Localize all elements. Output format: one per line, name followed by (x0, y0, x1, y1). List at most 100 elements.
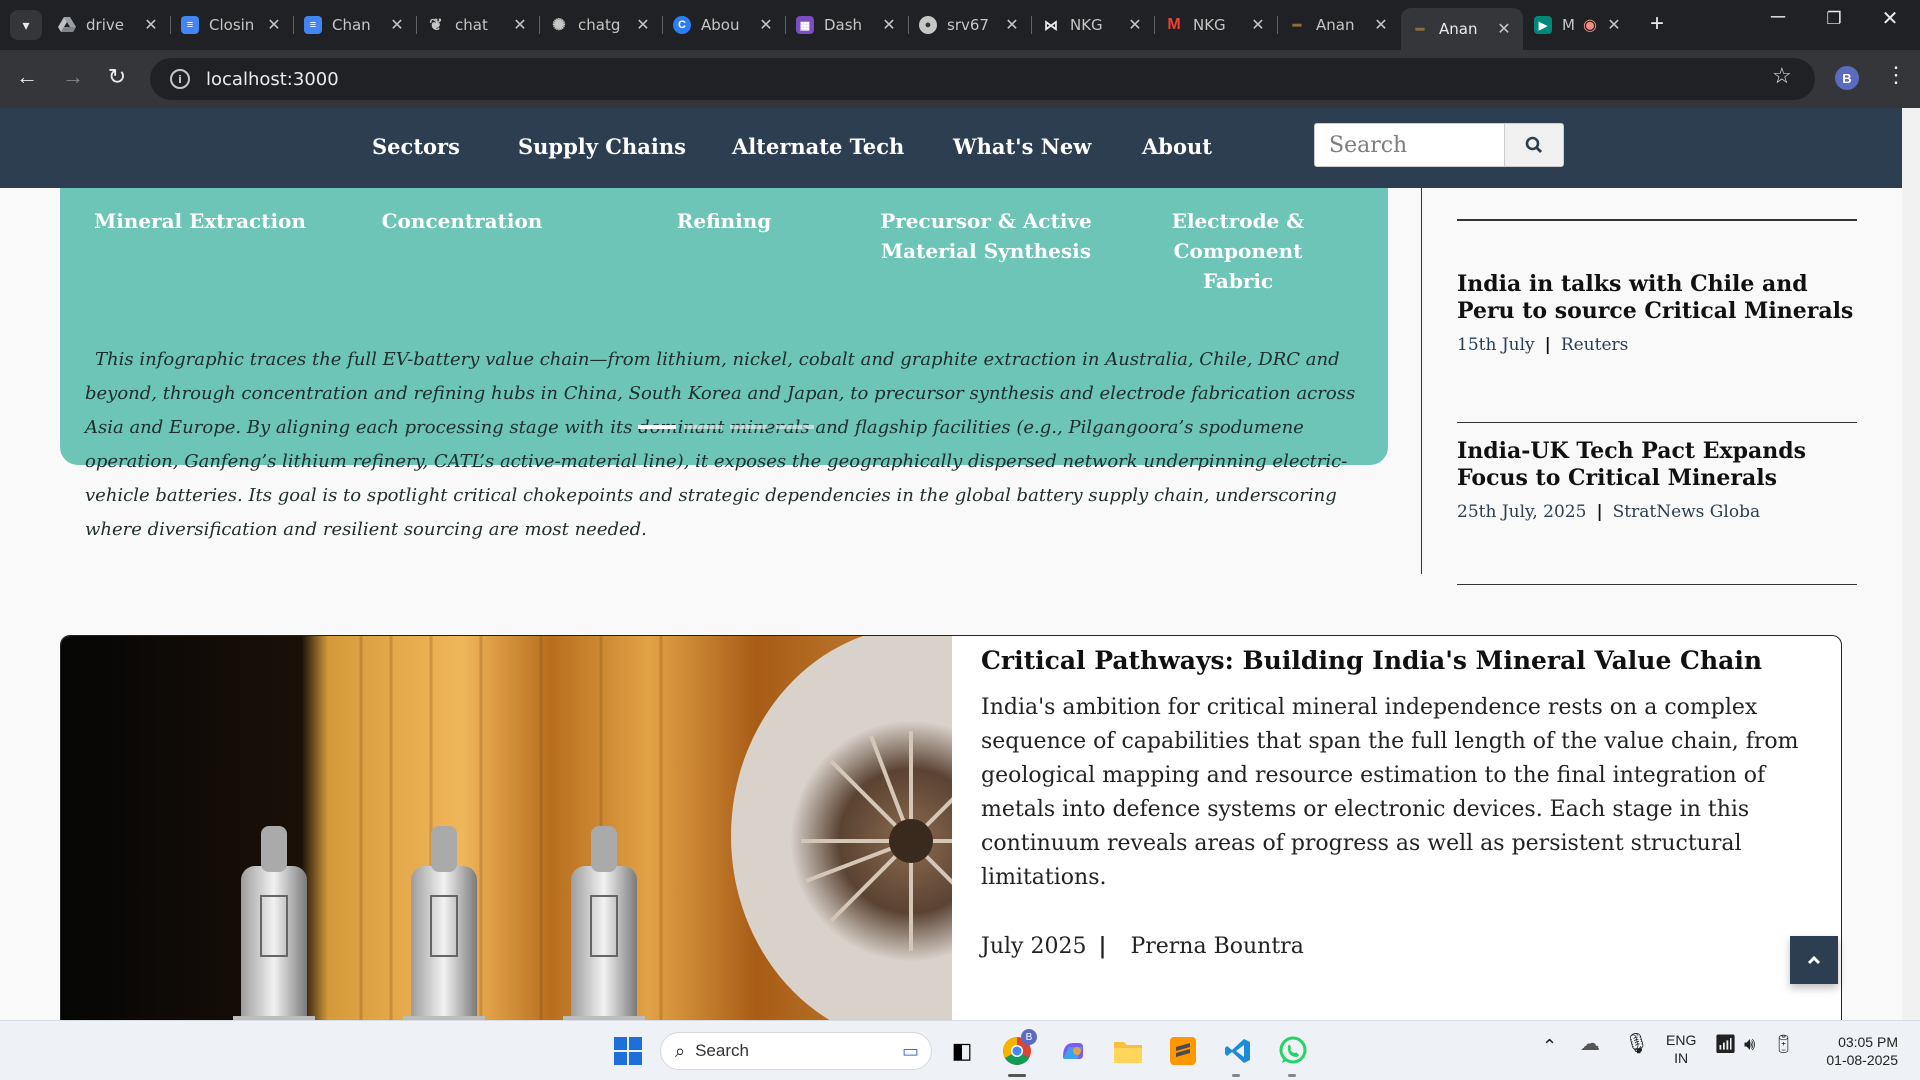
volume-icon[interactable]: 🔊︎ (1744, 1035, 1755, 1053)
tab-title: Anan (1316, 16, 1355, 34)
bowtie-icon: ⋈ (1044, 16, 1058, 33)
browser-tab[interactable]: ❦ chat ✕ (417, 8, 540, 42)
taskbar: ⌕ Search ▭ ◧ B ⌃ ☁ 🎙︎ ENG IN 📶︎ 🔊︎ 🔋︎ 03… (0, 1020, 1920, 1080)
column-divider (1421, 168, 1422, 574)
search-button[interactable] (1504, 123, 1564, 167)
browser-tab[interactable]: ≡ Chan ✕ (294, 8, 417, 42)
tab-title: M (1562, 16, 1575, 34)
meta-separator: | (1098, 933, 1107, 959)
feature-image (61, 636, 952, 1020)
browser-tab[interactable]: ⋈ NKG ✕ (1032, 8, 1155, 42)
battery-icon[interactable]: 🔋︎ (1772, 1035, 1795, 1053)
reload-button[interactable]: ↻ (102, 64, 132, 90)
browser-tab[interactable]: ≡ Closin ✕ (171, 8, 294, 42)
browser-tab-active[interactable]: ━ Anan ✕ (1401, 8, 1523, 50)
show-hidden-icons-chevron-icon[interactable]: ⌃ (1542, 1037, 1557, 1055)
file-explorer-icon[interactable] (1112, 1035, 1144, 1067)
language-code: ENG (1666, 1032, 1697, 1048)
close-tab-icon[interactable]: ✕ (1605, 15, 1623, 35)
browser-tab[interactable]: ▶ M ◉ ✕ (1524, 8, 1646, 42)
running-app-indicator (1232, 1074, 1240, 1077)
bookmark-star-icon[interactable]: ☆ (1772, 63, 1792, 89)
infographic-description: This infographic traces the full EV-batt… (85, 349, 1356, 540)
sublime-text-icon[interactable] (1167, 1035, 1199, 1067)
windows-start-icon[interactable] (612, 1035, 644, 1067)
carousel-dot[interactable] (684, 425, 722, 429)
close-tab-icon[interactable]: ✕ (757, 15, 775, 35)
close-tab-icon[interactable]: ✕ (1495, 19, 1513, 39)
clock[interactable]: 03:05 PM 01-08-2025 (1812, 1033, 1898, 1069)
profile-avatar[interactable]: B (1835, 66, 1859, 90)
news-title[interactable]: India-UK Tech Pact Expands Focus to Crit… (1457, 438, 1857, 492)
scroll-to-top-button[interactable] (1790, 936, 1838, 984)
microphone-icon[interactable]: 🎙︎ (1624, 1034, 1649, 1054)
feature-author: Prerna Bountra (1130, 934, 1304, 959)
google-docs-icon: ≡ (304, 16, 322, 34)
browser-tab[interactable]: M NKG ✕ (1155, 8, 1278, 42)
close-tab-icon[interactable]: ✕ (1126, 15, 1144, 35)
stage-refining: Refining (676, 209, 772, 233)
nav-sectors[interactable]: Sectors (372, 134, 460, 159)
nav-supply-chains[interactable]: Supply Chains (518, 134, 686, 159)
openai-chat-icon: ❦ (429, 17, 443, 34)
new-tab-button[interactable]: + (1650, 10, 1664, 38)
close-tab-icon[interactable]: ✕ (1003, 15, 1021, 35)
browser-tab[interactable]: ▦ Dash ✕ (786, 8, 909, 42)
tab-search-menu-button[interactable]: ▾ (10, 10, 42, 40)
news-item[interactable]: India-UK Tech Pact Expands Focus to Crit… (1457, 424, 1857, 585)
copilot-icon[interactable] (1057, 1035, 1089, 1067)
browser-tab-bar: ▾ drive ✕ ≡ Closin ✕ ≡ Chan ✕ ❦ chat ✕ ✺… (0, 0, 1920, 50)
wifi-icon[interactable]: 📶︎ (1714, 1035, 1737, 1053)
site-info-icon[interactable]: i (170, 69, 190, 89)
whatsapp-icon[interactable] (1277, 1035, 1309, 1067)
close-tab-icon[interactable]: ✕ (511, 15, 529, 35)
vscode-icon[interactable] (1222, 1035, 1254, 1067)
browser-tab[interactable]: C Abou ✕ (663, 8, 786, 42)
carousel-dot-active[interactable] (638, 425, 676, 429)
close-tab-icon[interactable]: ✕ (142, 15, 160, 35)
page-scrollbar[interactable] (1902, 108, 1920, 1020)
browser-tab[interactable]: ━ Anan ✕ (1278, 8, 1400, 42)
close-tab-icon[interactable]: ✕ (880, 15, 898, 35)
browser-tab[interactable]: drive ✕ (48, 8, 171, 42)
feature-body: India's ambition for critical mineral in… (981, 695, 1799, 890)
task-view-icon[interactable]: ◧ (946, 1035, 978, 1067)
nav-whats-new[interactable]: What's New (953, 134, 1091, 159)
forward-button[interactable]: → (58, 64, 88, 90)
close-tab-icon[interactable]: ✕ (1372, 15, 1390, 35)
region-code: IN (1674, 1050, 1689, 1066)
news-item[interactable]: India in talks with Chile and Peru to so… (1457, 263, 1857, 423)
chrome-icon[interactable]: B (1001, 1029, 1037, 1067)
restore-button[interactable]: ❐ (1804, 9, 1864, 29)
openai-icon: ✺ (552, 17, 566, 34)
tab-title: Abou (701, 16, 740, 34)
close-tab-icon[interactable]: ✕ (388, 15, 406, 35)
feature-title[interactable]: Critical Pathways: Building India's Mine… (981, 646, 1811, 675)
carousel-dot[interactable] (730, 425, 768, 429)
close-window-button[interactable]: ✕ (1860, 6, 1920, 31)
browser-tab[interactable]: ✺ chatg ✕ (540, 8, 663, 42)
close-tab-icon[interactable]: ✕ (265, 15, 283, 35)
tab-title: NKG (1070, 16, 1103, 34)
address-bar[interactable]: i localhost:3000 (150, 58, 1815, 100)
nav-alternate-tech[interactable]: Alternate Tech (732, 134, 904, 159)
browser-tab[interactable]: ● srv67 ✕ (909, 8, 1032, 42)
minimize-button[interactable]: ─ (1748, 6, 1808, 29)
stage-electrode-fabrication: Electrode & Component Fabric (1171, 209, 1305, 293)
onedrive-error-icon[interactable]: ☁ (1580, 1034, 1600, 1054)
gmail-icon: M (1167, 16, 1181, 33)
feature-article-card[interactable]: Critical Pathways: Building India's Mine… (60, 635, 1842, 1020)
news-title[interactable]: India in talks with Chile and Peru to so… (1457, 271, 1857, 325)
active-app-indicator (1008, 1074, 1026, 1077)
more-menu-icon[interactable]: ⋮ (1885, 62, 1907, 88)
close-tab-icon[interactable]: ✕ (634, 15, 652, 35)
taskbar-search[interactable]: ⌕ Search ▭ (660, 1032, 932, 1070)
chrome-profile-badge: B (1021, 1029, 1037, 1045)
carousel-dot[interactable] (776, 425, 814, 429)
nav-about[interactable]: About (1142, 134, 1212, 159)
search-input[interactable] (1314, 123, 1504, 167)
back-button[interactable]: ← (12, 64, 42, 90)
close-tab-icon[interactable]: ✕ (1249, 15, 1267, 35)
carousel-indicators (638, 425, 814, 429)
language-indicator[interactable]: ENG IN (1666, 1031, 1696, 1067)
